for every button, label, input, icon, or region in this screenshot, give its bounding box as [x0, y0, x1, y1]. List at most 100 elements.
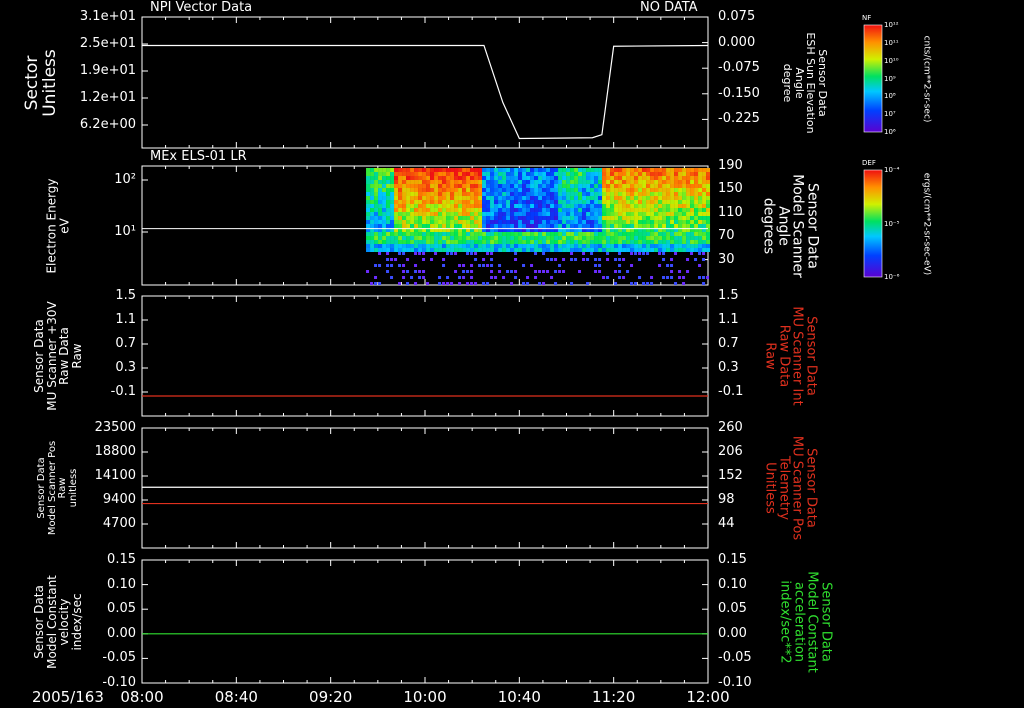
spectrogram-cell: [406, 188, 411, 192]
spectrogram-cell: [490, 176, 495, 180]
spectrogram-cell: [654, 216, 659, 220]
spectrogram-cell: [578, 172, 583, 176]
spectrogram-cell: [454, 168, 459, 172]
spectrogram-cell: [430, 200, 435, 204]
spectrogram-cell: [674, 236, 679, 240]
spectrogram-cell: [434, 168, 439, 172]
spectrogram-cell: [382, 240, 387, 244]
spectrogram-cell: [478, 168, 483, 172]
spectrogram-cell: [470, 200, 475, 204]
spectrogram-cell: [474, 184, 479, 188]
spectrogram-cell: [422, 236, 427, 240]
spectrogram-cell: [478, 176, 483, 180]
spectrogram-cell: [606, 236, 611, 240]
spectrogram-cell: [490, 196, 495, 200]
spectrogram-cell: [410, 200, 415, 204]
spectrogram-cell: [410, 204, 415, 208]
spectrogram-cell: [622, 172, 627, 176]
spectrogram-cell: [478, 192, 483, 196]
spectrogram-cell: [590, 168, 595, 172]
spectrogram-cell: [658, 208, 663, 212]
spectrogram-cell: [526, 224, 531, 228]
spectrogram-cell: [418, 192, 423, 196]
spectrogram-cell: [490, 212, 495, 216]
spectrogram-cell: [634, 216, 639, 220]
spectrogram-cell: [550, 168, 555, 172]
spectrogram-cell: [514, 176, 519, 180]
spectrogram-cell: [610, 176, 615, 180]
spectrogram-cell: [630, 184, 635, 188]
spectrogram-cell: [374, 172, 379, 176]
spectrogram-dot: [482, 258, 486, 261]
spectrogram-dot: [674, 252, 678, 255]
spectrogram-cell: [534, 200, 539, 204]
spectrogram-cell: [490, 220, 495, 224]
spectrogram-dot: [422, 258, 426, 261]
spectrogram-cell: [414, 232, 419, 236]
spectrogram-cell: [654, 168, 659, 172]
spectrogram-cell: [394, 184, 399, 188]
spectrogram-cell: [426, 188, 431, 192]
panel2-right-tick-label: 110: [718, 204, 743, 220]
panel1-right-tick-label: -0.225: [718, 111, 760, 127]
spectrogram-cell: [482, 240, 487, 244]
spectrogram-cell: [554, 216, 559, 220]
spectrogram-cell: [470, 184, 475, 188]
spectrogram-cell: [498, 220, 503, 224]
spectrogram-cell: [486, 168, 491, 172]
spectrogram-cell: [642, 176, 647, 180]
spectrogram-cell: [530, 220, 535, 224]
spectrogram-cell: [410, 244, 415, 248]
spectrogram-cell: [698, 216, 703, 220]
spectrogram-cell: [370, 212, 375, 216]
spectrogram-cell: [394, 204, 399, 208]
spectrogram-cell: [614, 180, 619, 184]
spectrogram-cell: [454, 216, 459, 220]
spectrogram-cell: [458, 224, 463, 228]
spectrogram-cell: [514, 248, 519, 252]
spectrogram-cell: [506, 212, 511, 216]
spectrogram-cell: [370, 172, 375, 176]
spectrogram-cell: [670, 248, 675, 252]
spectrogram-cell: [406, 220, 411, 224]
spectrogram-cell: [454, 188, 459, 192]
spectrogram-cell: [426, 192, 431, 196]
spectrogram-dot: [454, 252, 458, 255]
spectrogram-cell: [454, 236, 459, 240]
spectrogram-cell: [522, 216, 527, 220]
spectrogram-cell: [698, 184, 703, 188]
spectrogram-cell: [526, 168, 531, 172]
spectrogram-cell: [502, 244, 507, 248]
spectrogram-cell: [506, 192, 511, 196]
spectrogram-cell: [466, 180, 471, 184]
spectrogram-cell: [606, 204, 611, 208]
spectrogram-cell: [682, 212, 687, 216]
spectrogram-cell: [694, 200, 699, 204]
spectrogram-cell: [474, 240, 479, 244]
spectrogram-cell: [650, 172, 655, 176]
spectrogram-cell: [542, 176, 547, 180]
spectrogram-cell: [570, 224, 575, 228]
spectrogram-cell: [698, 172, 703, 176]
spectrogram-cell: [546, 236, 551, 240]
spectrogram-cell: [698, 232, 703, 236]
spectrogram-cell: [390, 172, 395, 176]
spectrogram-dot: [574, 258, 578, 261]
spectrogram-cell: [654, 212, 659, 216]
spectrogram-cell: [394, 224, 399, 228]
spectrogram-cell: [394, 196, 399, 200]
spectrogram-cell: [514, 244, 519, 248]
spectrogram-cell: [618, 200, 623, 204]
spectrogram-cell: [582, 216, 587, 220]
spectrogram-cell: [506, 232, 511, 236]
spectrogram-cell: [646, 232, 651, 236]
spectrogram-dot: [682, 282, 686, 285]
spectrogram-cell: [494, 168, 499, 172]
spectrogram-cell: [562, 184, 567, 188]
nf-colorbar-tick: 10⁶: [884, 128, 896, 136]
spectrogram-dot: [514, 276, 518, 279]
spectrogram-cell: [474, 224, 479, 228]
spectrogram-cell: [622, 220, 627, 224]
spectrogram-cell: [598, 244, 603, 248]
spectrogram-cell: [654, 176, 659, 180]
